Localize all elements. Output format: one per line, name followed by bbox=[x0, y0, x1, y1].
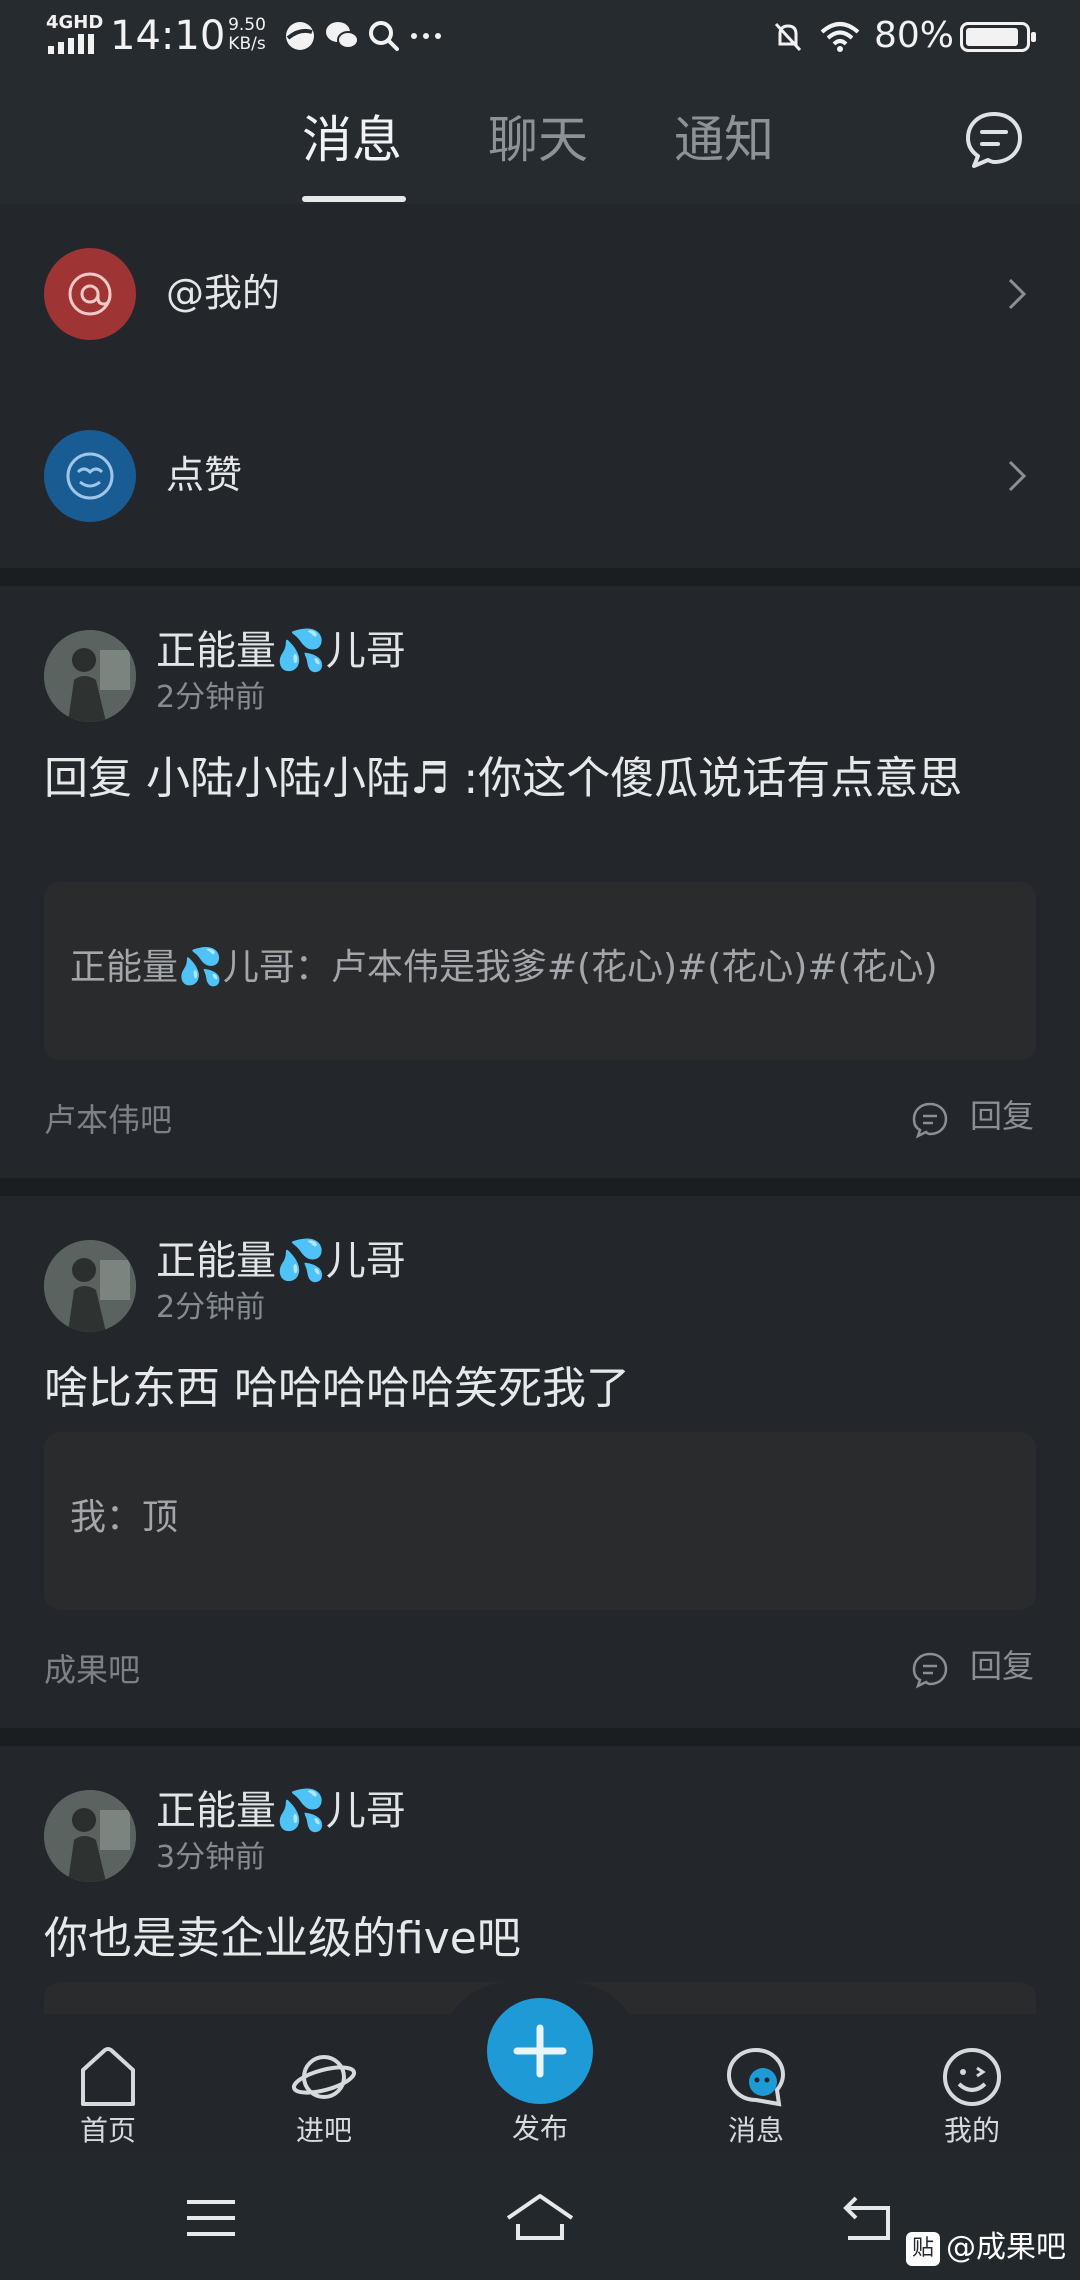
username[interactable]: 正能量💦儿哥 bbox=[156, 626, 406, 676]
tab-chat[interactable]: 聊天 bbox=[488, 100, 588, 180]
quoted-post[interactable]: 正能量💦儿哥：卢本伟是我爹#(花心)#(花心)#(花心) bbox=[44, 882, 1036, 1060]
browser-icon bbox=[286, 22, 314, 50]
reply-icon bbox=[912, 1652, 948, 1689]
signal-icon bbox=[48, 34, 94, 54]
message-card[interactable]: 正能量💦儿哥 2分钟前 回复 小陆小陆小陆♬ :你这个傻瓜说话有点意思 正能量💦… bbox=[0, 586, 1080, 1178]
timestamp: 2分钟前 bbox=[156, 680, 266, 715]
section-divider bbox=[0, 1178, 1080, 1196]
speed-unit: KB/s bbox=[228, 34, 266, 54]
row-label: @我的 bbox=[166, 271, 281, 315]
tab-notifications[interactable]: 通知 bbox=[674, 100, 774, 180]
reply-icon bbox=[912, 1102, 948, 1139]
username[interactable]: 正能量💦儿哥 bbox=[156, 1236, 406, 1286]
like-icon bbox=[44, 430, 136, 522]
timestamp: 2分钟前 bbox=[156, 1290, 266, 1325]
nav-label: 首页 bbox=[79, 2114, 136, 2147]
network-type: 4GHD bbox=[46, 12, 104, 33]
avatar[interactable] bbox=[44, 630, 136, 722]
tieba-logo-icon: 贴 bbox=[906, 2231, 940, 2266]
message-content: 回复 小陆小陆小陆♬ :你这个傻瓜说话有点意思 bbox=[44, 753, 963, 804]
forum-name[interactable]: 成果吧 bbox=[44, 1650, 140, 1690]
reply-label: 回复 bbox=[970, 1647, 1035, 1685]
username[interactable]: 正能量💦儿哥 bbox=[156, 1786, 406, 1836]
speed-value: 9.50 bbox=[228, 15, 266, 35]
row-at-me[interactable]: @我的 bbox=[0, 204, 1080, 384]
status-bar: 4GHD 14:10 9.50 KB/s 80% bbox=[0, 0, 1080, 72]
message-card[interactable]: 正能量💦儿哥 2分钟前 啥比东西 哈哈哈哈哈笑死我了 我：顶 成果吧 回复 bbox=[0, 1196, 1080, 1728]
shortcut-list: @我的 点赞 bbox=[0, 204, 1080, 568]
wechat-icon bbox=[326, 22, 359, 49]
section-divider bbox=[0, 568, 1080, 586]
tab-messages[interactable]: 消息 bbox=[302, 100, 402, 180]
nav-label: 发布 bbox=[511, 2112, 568, 2145]
mute-icon bbox=[774, 22, 802, 52]
timestamp: 3分钟前 bbox=[156, 1840, 266, 1875]
nav-messages[interactable]: 消息 bbox=[696, 2044, 816, 2154]
header-tabs: 消息 聊天 通知 bbox=[0, 100, 1080, 180]
avatar[interactable] bbox=[44, 1240, 136, 1332]
menu-icon[interactable] bbox=[181, 2188, 241, 2248]
nav-forums[interactable]: 进吧 bbox=[264, 2044, 384, 2154]
chevron-right-icon bbox=[1008, 278, 1027, 310]
nav-profile[interactable]: 我的 bbox=[912, 2044, 1032, 2154]
nav-label: 消息 bbox=[727, 2114, 784, 2147]
section-divider bbox=[0, 1728, 1080, 1746]
planet-icon bbox=[291, 2055, 357, 2099]
row-likes[interactable]: 点赞 bbox=[0, 386, 1080, 566]
home-icon bbox=[81, 2047, 135, 2106]
chat-bubble-icon[interactable] bbox=[962, 108, 1026, 172]
message-card[interactable]: 正能量💦儿哥 3分钟前 你也是卖企业级的five吧 bbox=[0, 1746, 1080, 2014]
nav-label: 我的 bbox=[943, 2114, 1000, 2147]
forum-name[interactable]: 卢本伟吧 bbox=[44, 1100, 172, 1140]
wifi-icon bbox=[820, 22, 860, 52]
row-label: 点赞 bbox=[166, 453, 243, 497]
network-speed: 9.50 KB/s bbox=[222, 16, 272, 54]
publish-button[interactable] bbox=[487, 1998, 593, 2104]
reply-button[interactable]: 回复 bbox=[910, 1096, 1040, 1140]
profile-icon bbox=[943, 2048, 1001, 2106]
home-button-icon[interactable] bbox=[504, 2188, 576, 2248]
avatar[interactable] bbox=[44, 1790, 136, 1882]
nav-label: 进吧 bbox=[295, 2114, 352, 2147]
quoted-post[interactable]: 我：顶 bbox=[44, 1432, 1036, 1610]
watermark: 贴 @成果吧 bbox=[906, 2228, 1066, 2268]
message-content: 啥比东西 哈哈哈哈哈笑死我了 bbox=[44, 1363, 630, 1414]
nav-home[interactable]: 首页 bbox=[48, 2044, 168, 2154]
search-icon bbox=[369, 21, 399, 51]
battery-percent: 80% bbox=[874, 15, 955, 56]
quoted-text: 正能量💦儿哥：卢本伟是我爹#(花心)#(花心)#(花心) bbox=[70, 947, 938, 988]
top-bar: 4GHD 14:10 9.50 KB/s 80% 消息 聊天 通知 bbox=[0, 0, 1080, 204]
more-icon bbox=[411, 33, 441, 39]
reply-button[interactable]: 回复 bbox=[910, 1646, 1040, 1690]
quoted-text: 我：顶 bbox=[70, 1497, 179, 1538]
back-icon[interactable] bbox=[838, 2188, 898, 2248]
active-tab-indicator bbox=[302, 196, 406, 202]
message-icon bbox=[726, 2047, 786, 2107]
plus-icon bbox=[513, 2024, 567, 2078]
battery-icon bbox=[960, 22, 1036, 52]
message-content: 你也是卖企业级的five吧 bbox=[44, 1913, 521, 1964]
chevron-right-icon bbox=[1008, 460, 1027, 492]
watermark-text: @成果吧 bbox=[946, 2230, 1066, 2265]
clock: 14:10 bbox=[110, 13, 226, 59]
at-icon bbox=[44, 248, 136, 340]
reply-label: 回复 bbox=[970, 1097, 1035, 1135]
